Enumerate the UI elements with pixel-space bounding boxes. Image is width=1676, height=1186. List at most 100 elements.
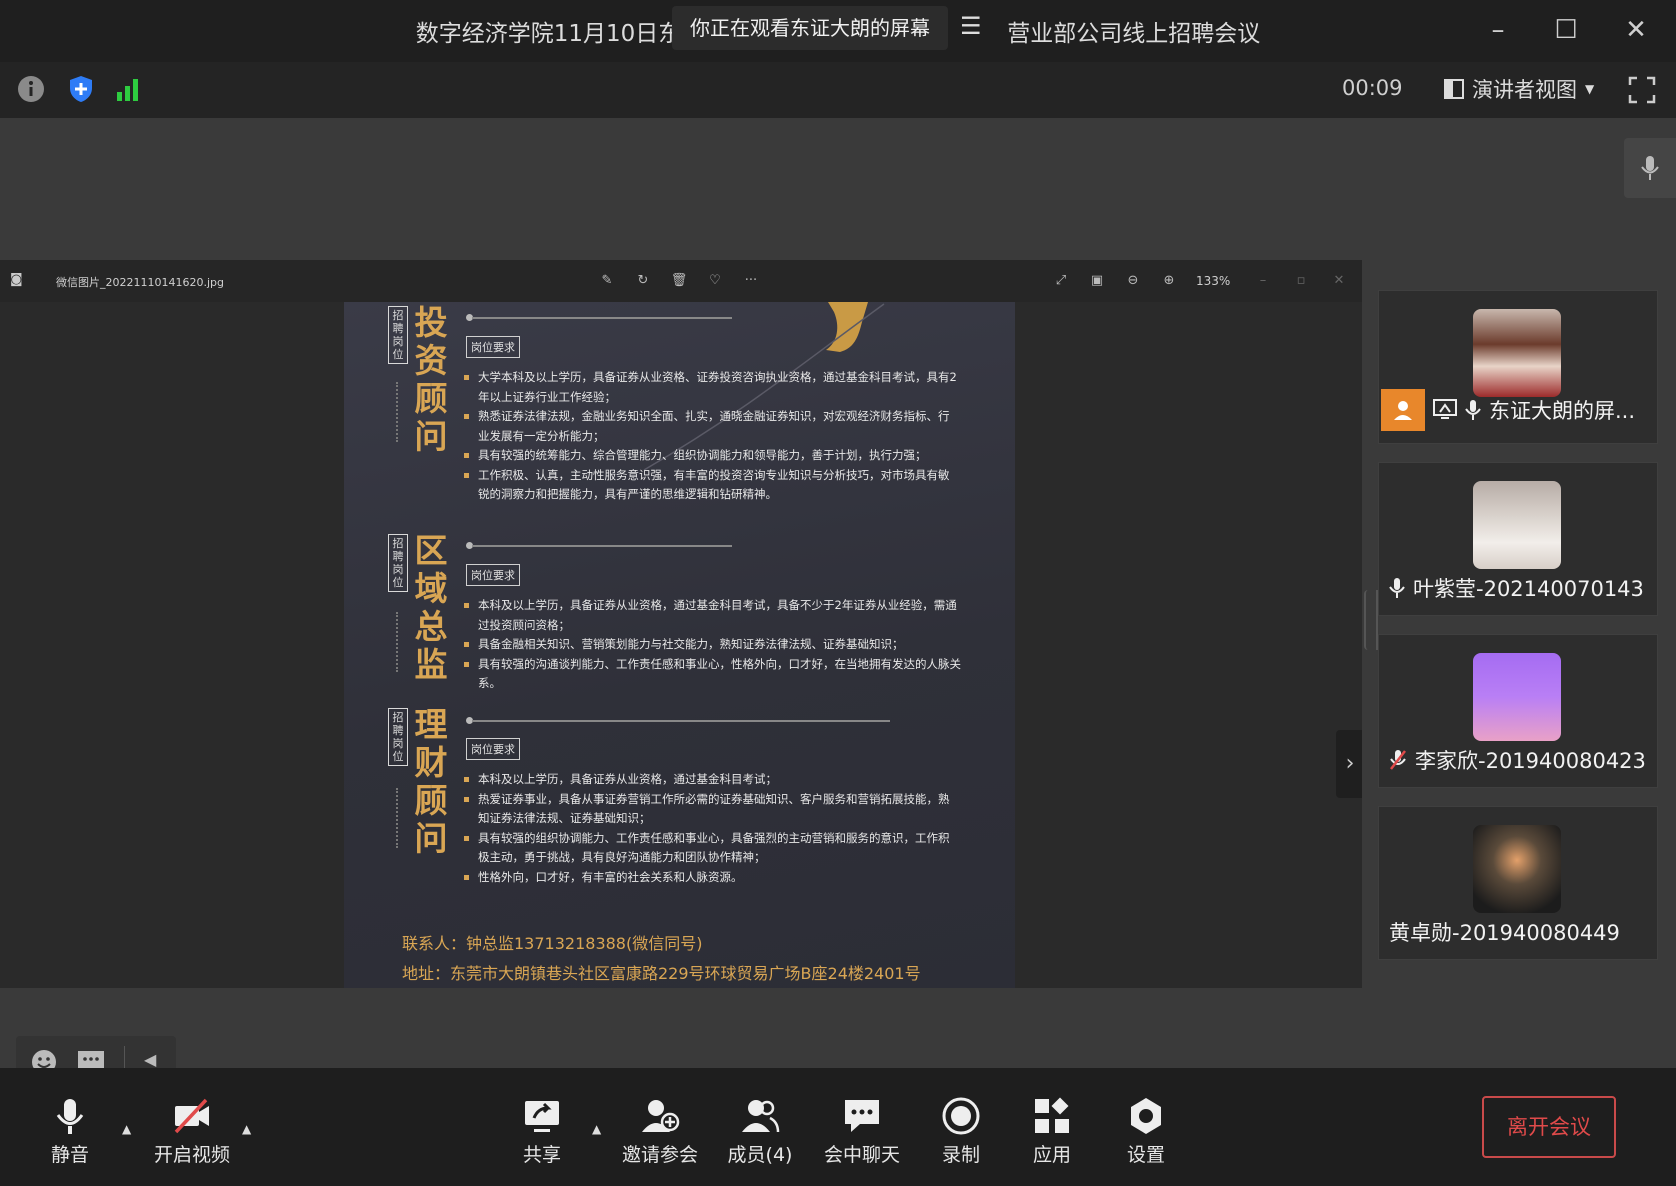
signal-strength-icon[interactable] (114, 74, 144, 104)
audio-options-caret-icon[interactable]: ▲ (122, 1122, 131, 1136)
view-mode-dropdown[interactable]: 演讲者视图 ▼ (1444, 72, 1594, 106)
collapse-left-icon[interactable]: ◀ (144, 1050, 156, 1069)
participant-name: 叶紫莹-202140070143 (1413, 577, 1644, 601)
delete-icon[interactable]: 🗑 (668, 270, 690, 292)
invite-button[interactable]: 邀请参会 (612, 1096, 708, 1172)
panel-resize-handle[interactable] (1364, 590, 1378, 650)
invite-label: 邀请参会 (621, 1144, 698, 1166)
share-label: 共享 (522, 1144, 561, 1166)
maximize-button[interactable]: ☐ (1546, 14, 1586, 50)
list-item: 大学本科及以上学历，具备证券从业资格、证券投资咨询执业资格，通过基金科目考试，具… (462, 368, 958, 407)
expand-icon[interactable]: ⤢ (1050, 270, 1072, 292)
list-item: 具备金融相关知识、营销策划能力与社交能力，熟知证券法律法规、证券基础知识； (462, 635, 962, 655)
chat-button[interactable]: 会中聊天 (814, 1096, 910, 1172)
section-line (472, 720, 890, 722)
chat-icon (845, 1100, 879, 1132)
screen-share-icon (1433, 399, 1457, 419)
rotate-icon[interactable]: ↻ (632, 270, 654, 292)
info-icon[interactable] (16, 74, 46, 104)
list-item: 具有较强的沟通谈判能力、工作责任感和事业心，性格外向，口才好，在当地拥有发达的人… (462, 655, 962, 694)
viewer-restore-icon[interactable]: ▫ (1290, 270, 1312, 292)
settings-button[interactable]: 设置 (1098, 1096, 1194, 1172)
apps-label: 应用 (1032, 1144, 1071, 1166)
gear-icon (1131, 1098, 1161, 1134)
microphone-muted-icon (1390, 750, 1406, 770)
view-mode-label: 演讲者视图 (1472, 78, 1577, 102)
collapse-sidebar-button[interactable]: › (1336, 730, 1364, 798)
participant-tile[interactable]: 东证大朗的屏... (1378, 290, 1658, 444)
close-button[interactable]: ✕ (1616, 14, 1656, 50)
participant-name-row: 东证大朗的屏... (1381, 389, 1635, 431)
participant-tile[interactable]: 李家欣-201940080423 (1378, 634, 1658, 788)
microphone-icon (1641, 156, 1659, 180)
title-bar: 数字经济学院11月10日东 营业部公司线上招聘会议 你正在观看东证大朗的屏幕 ☰ … (0, 0, 1676, 62)
mute-button[interactable]: 静音 (22, 1096, 118, 1172)
participant-name: 黄卓勋-201940080449 (1389, 921, 1620, 945)
list-item: 本科及以上学历，具备证券从业资格，通过基金科目考试，具备不少于2年证券从业经验，… (462, 596, 962, 635)
add-user-icon (642, 1100, 680, 1132)
more-icon[interactable]: ··· (740, 270, 762, 292)
participant-tile[interactable]: 叶紫莹-202140070143 (1378, 462, 1658, 616)
recruitment-poster: 招聘岗位 投资顾问 岗位要求 大学本科及以上学历，具备证券从业资格、证券投资咨询… (344, 302, 1015, 988)
members-button[interactable]: 成员(4) (712, 1096, 808, 1172)
fullscreen-icon[interactable] (1628, 76, 1656, 104)
viewer-close-icon[interactable]: ✕ (1328, 270, 1350, 292)
viewer-minimize-icon[interactable]: – (1252, 270, 1274, 292)
dotted-divider (396, 382, 400, 442)
requirements-list: 本科及以上学历，具备证券从业资格，通过基金科目考试； 热爱证券事业，具备从事证券… (462, 770, 958, 887)
meeting-timer: 00:09 (1342, 76, 1403, 100)
section-line (472, 545, 732, 547)
list-item: 热爱证券事业，具备从事证券营销工作所必需的证券基础知识、客户服务和营销拓展技能，… (462, 790, 958, 829)
host-icon (1381, 389, 1425, 431)
avatar (1473, 825, 1561, 913)
participant-name-row: 叶紫莹-202140070143 (1389, 573, 1644, 603)
mute-label: 静音 (50, 1144, 89, 1166)
record-button[interactable]: 录制 (913, 1096, 1009, 1172)
settings-label: 设置 (1126, 1144, 1165, 1166)
bottom-toolbar: 静音 ▲ 开启视频 ▲ 共享 ▲ 邀请参会 成员(4) 会中聊天 录制 应用 设… (0, 1068, 1676, 1186)
video-options-caret-icon[interactable]: ▲ (242, 1122, 251, 1136)
zoom-out-icon[interactable]: ⊖ (1122, 270, 1144, 292)
start-video-button[interactable]: 开启视频 (144, 1096, 240, 1172)
apps-icon (1035, 1097, 1069, 1133)
dotted-divider (396, 788, 400, 848)
meeting-title-left: 数字经济学院11月10日东 (415, 21, 682, 47)
viewer-app-icon: ◙ (10, 272, 23, 287)
members-icon (742, 1100, 780, 1133)
leave-meeting-button[interactable]: 离开会议 (1482, 1096, 1616, 1158)
audio-side-button[interactable] (1624, 138, 1676, 198)
avatar (1473, 653, 1561, 741)
video-label: 开启视频 (153, 1144, 230, 1166)
zoom-in-icon[interactable]: ⊕ (1158, 270, 1180, 292)
security-shield-icon[interactable] (66, 74, 96, 104)
menu-icon[interactable]: ☰ (960, 12, 982, 40)
job-tag: 招聘岗位 (388, 534, 408, 592)
job-title: 区域总监 (414, 531, 448, 684)
requirements-list: 本科及以上学历，具备证券从业资格，通过基金科目考试，具备不少于2年证券从业经验，… (462, 596, 962, 694)
list-item: 性格外向，口才好，有丰富的社会关系和人脉资源。 (462, 868, 958, 888)
info-bar: 00:09 演讲者视图 ▼ (0, 62, 1676, 118)
participant-tile[interactable]: 黄卓勋-201940080449 (1378, 806, 1658, 960)
requirements-badge: 岗位要求 (466, 564, 520, 586)
minimize-button[interactable]: – (1478, 14, 1518, 50)
job-title: 投资顾问 (414, 303, 448, 456)
microphone-icon (56, 1099, 84, 1134)
layout-icon (1444, 79, 1464, 99)
contact-person: 联系人：钟总监13713218388(微信同号) (402, 934, 703, 953)
image-viewer-toolbar: ◙ 微信图片_20221110141620.jpg ✎ ↻ 🗑 ♡ ··· ⤢ … (0, 260, 1362, 302)
share-notice[interactable]: 你正在观看东证大朗的屏幕 (672, 6, 948, 50)
job-tag: 招聘岗位 (388, 306, 408, 364)
share-button[interactable]: 共享 (494, 1096, 590, 1172)
section-line (472, 317, 732, 319)
share-options-caret-icon[interactable]: ▲ (592, 1122, 601, 1136)
image-viewer: ◙ 微信图片_20221110141620.jpg ✎ ↻ 🗑 ♡ ··· ⤢ … (0, 260, 1364, 988)
requirements-list: 大学本科及以上学历，具备证券从业资格、证券投资咨询执业资格，通过基金科目考试，具… (462, 368, 958, 505)
fit-icon[interactable]: ▣ (1086, 270, 1108, 292)
requirements-badge: 岗位要求 (466, 336, 520, 358)
meeting-title-right: 营业部公司线上招聘会议 (1007, 21, 1261, 47)
edit-icon[interactable]: ✎ (596, 270, 618, 292)
contact-address: 地址：东莞市大朗镇巷头社区富康路229号环球贸易广场B座24楼2401号 (402, 964, 921, 983)
members-label: 成员(4) (727, 1144, 793, 1166)
favorite-icon[interactable]: ♡ (704, 270, 726, 292)
apps-button[interactable]: 应用 (1004, 1096, 1100, 1172)
